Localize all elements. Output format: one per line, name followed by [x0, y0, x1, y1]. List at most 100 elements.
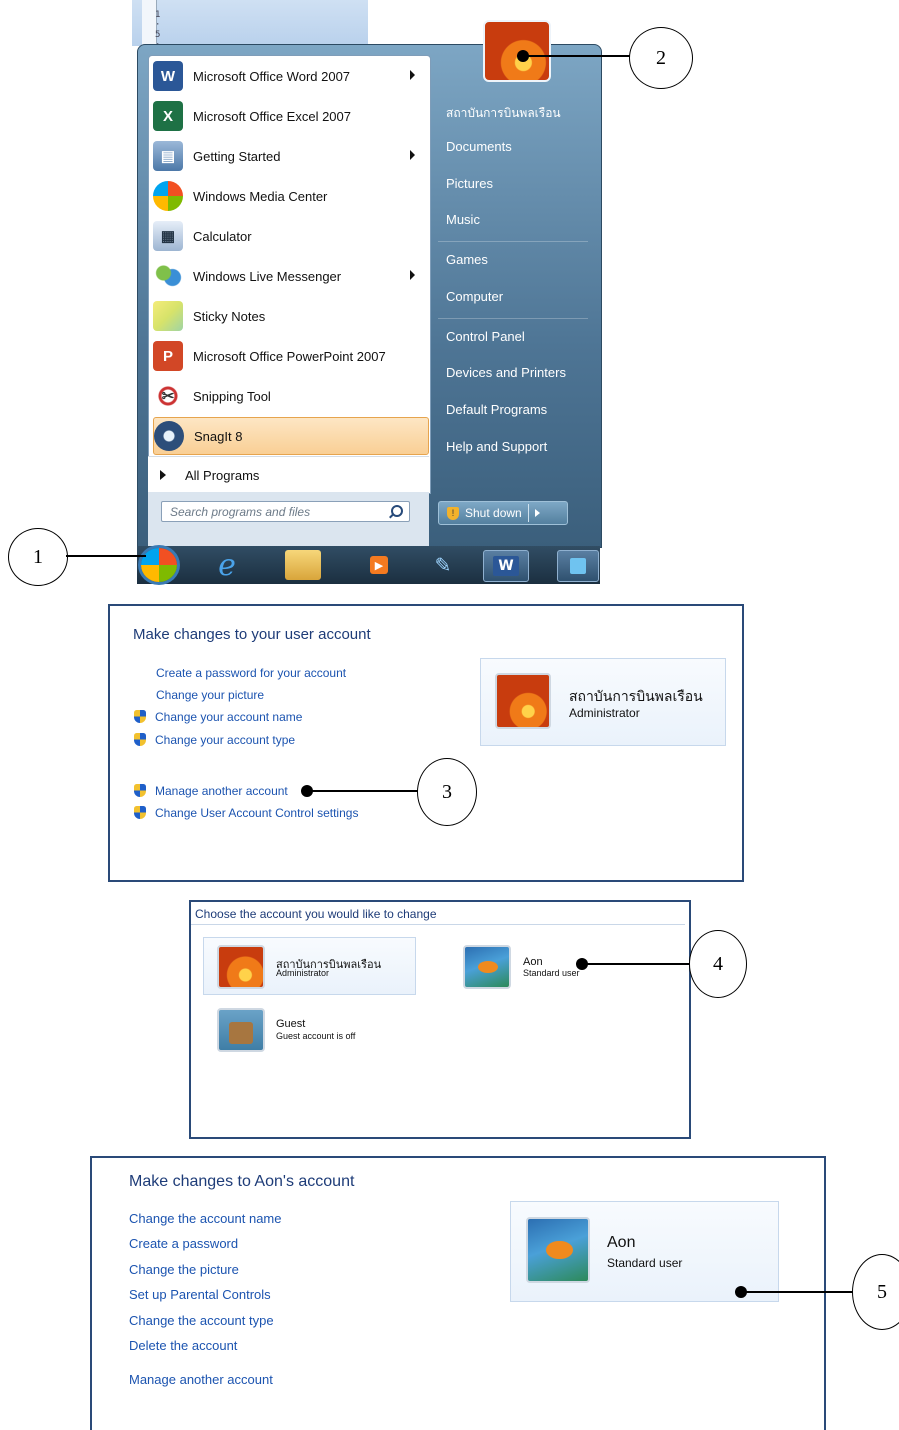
ruler-mark: 5: [155, 30, 161, 40]
callout-line: [582, 963, 690, 965]
program-getting-started[interactable]: ▤ Getting Started: [153, 138, 427, 174]
callout-line: [741, 1291, 853, 1293]
link-label: Manage another account: [155, 784, 288, 798]
word-taskbar-icon[interactable]: W: [483, 550, 529, 582]
program-excel-2007[interactable]: X Microsoft Office Excel 2007: [153, 98, 427, 134]
callout-4: 4: [689, 930, 747, 998]
windows-explorer-icon[interactable]: [285, 550, 321, 580]
account-type: Administrator: [276, 968, 330, 978]
shut-down-options-arrow-icon[interactable]: [534, 509, 540, 517]
search-icon[interactable]: [391, 505, 403, 517]
start-orb-icon[interactable]: [141, 548, 177, 582]
user-picture-fish-icon[interactable]: [463, 945, 511, 989]
link-change-account-type[interactable]: Change the account type: [129, 1313, 274, 1328]
program-snagit-8[interactable]: SnagIt 8: [153, 417, 429, 455]
messenger-icon: [153, 261, 183, 291]
link-delete-account[interactable]: Delete the account: [129, 1338, 237, 1353]
document-ruler: 1 · 5 ·: [142, 0, 161, 50]
link-parental-controls[interactable]: Set up Parental Controls: [129, 1287, 271, 1302]
sticky-notes-icon: [153, 301, 183, 331]
link-create-password[interactable]: Create a password for your account: [156, 666, 346, 680]
calculator-icon: ▦: [153, 221, 183, 251]
link-manage-another-account[interactable]: Manage another account: [129, 1372, 273, 1387]
button-divider: [527, 504, 529, 522]
internet-explorer-icon[interactable]: e: [205, 548, 249, 583]
right-item-documents[interactable]: Documents: [446, 139, 512, 154]
program-label: Windows Media Center: [193, 188, 328, 204]
media-player-icon[interactable]: ▶: [357, 550, 401, 580]
program-sticky-notes[interactable]: Sticky Notes: [153, 298, 427, 334]
link-change-account-name[interactable]: Change the account name: [129, 1211, 282, 1226]
program-label: Snipping Tool: [193, 388, 271, 404]
account-type: Guest account is off: [276, 1031, 356, 1041]
link-label: Change User Account Control settings: [155, 806, 359, 820]
search-input[interactable]: Search programs and files: [161, 501, 410, 522]
guest-picture-icon[interactable]: [217, 1008, 265, 1052]
uac-shield-icon: [134, 784, 146, 797]
user-picture-flower-icon: [495, 673, 551, 729]
link-change-picture[interactable]: Change your picture: [156, 688, 264, 702]
program-word-2007[interactable]: W Microsoft Office Word 2007: [153, 58, 427, 94]
right-item-games[interactable]: Games: [446, 252, 488, 267]
right-item-pictures[interactable]: Pictures: [446, 176, 493, 191]
submenu-arrow-icon[interactable]: [410, 150, 415, 160]
page-title: Make changes to Aon's account: [129, 1173, 355, 1190]
snagit-icon: [154, 421, 184, 451]
right-item-computer[interactable]: Computer: [446, 289, 503, 304]
paint-icon[interactable]: ✎: [421, 550, 465, 580]
account-type: Administrator: [569, 706, 640, 720]
shut-down-button[interactable]: ! Shut down: [438, 501, 568, 525]
link-create-password[interactable]: Create a password: [129, 1236, 238, 1251]
uac-shield-icon: [134, 733, 146, 746]
link-change-account-name[interactable]: Change your account name: [134, 710, 302, 724]
account-name[interactable]: Aon: [523, 956, 543, 968]
all-programs-label: All Programs: [185, 467, 260, 483]
divider: [438, 318, 588, 319]
start-menu-program-list: W Microsoft Office Word 2007 X Microsoft…: [148, 55, 431, 494]
program-calculator[interactable]: ▦ Calculator: [153, 218, 427, 254]
program-snipping-tool[interactable]: ✂ Snipping Tool: [153, 378, 427, 414]
account-type: Standard user: [523, 968, 580, 978]
page-title: Make changes to your user account: [133, 626, 371, 643]
right-item-control-panel[interactable]: Control Panel: [446, 329, 525, 344]
uac-shield-icon: [134, 710, 146, 723]
right-item-default-programs[interactable]: Default Programs: [446, 402, 547, 417]
title-divider: [191, 924, 685, 925]
submenu-arrow-icon[interactable]: [410, 70, 415, 80]
getting-started-icon: ▤: [153, 141, 183, 171]
control-icon[interactable]: [557, 550, 599, 582]
submenu-arrow-icon[interactable]: [410, 270, 415, 280]
program-label: SnagIt 8: [194, 428, 243, 444]
callout-line: [523, 55, 630, 57]
all-programs-button[interactable]: All Programs: [148, 456, 429, 493]
callout-line: [308, 790, 418, 792]
link-change-account-type[interactable]: Change your account type: [134, 733, 295, 747]
right-item-devices-printers[interactable]: Devices and Printers: [446, 365, 566, 380]
right-item-music[interactable]: Music: [446, 212, 480, 227]
right-item-user-folder[interactable]: สถาบันการบินพลเรือน: [446, 104, 561, 123]
callout-line: [66, 555, 146, 557]
link-manage-another-account[interactable]: Manage another account: [134, 784, 288, 798]
program-live-messenger[interactable]: Windows Live Messenger: [153, 258, 427, 294]
taskbar: e ▶ ✎ W: [137, 546, 600, 584]
ruler-mark: 1: [155, 10, 161, 20]
program-label: Getting Started: [193, 148, 281, 164]
program-label: Sticky Notes: [193, 308, 266, 324]
link-change-picture[interactable]: Change the picture: [129, 1262, 239, 1277]
account-name[interactable]: Guest: [276, 1018, 305, 1030]
program-label: Microsoft Office PowerPoint 2007: [193, 348, 386, 364]
link-uac-settings[interactable]: Change User Account Control settings: [134, 806, 358, 820]
program-label: Windows Live Messenger: [193, 268, 342, 284]
divider: [438, 241, 588, 242]
media-center-icon: [153, 181, 183, 211]
program-media-center[interactable]: Windows Media Center: [153, 178, 427, 214]
user-picture-flower-icon[interactable]: [483, 20, 551, 82]
snipping-tool-icon: ✂: [153, 381, 183, 411]
program-powerpoint-2007[interactable]: P Microsoft Office PowerPoint 2007: [153, 338, 427, 374]
link-label: Change your account name: [155, 710, 303, 724]
ruler-mark: ·: [155, 20, 161, 30]
warning-shield-icon: !: [447, 506, 459, 520]
page-title: Choose the account you would like to cha…: [195, 907, 437, 921]
account-name: สถาบันการบินพลเรือน: [569, 688, 703, 704]
right-item-help-support[interactable]: Help and Support: [446, 439, 547, 454]
